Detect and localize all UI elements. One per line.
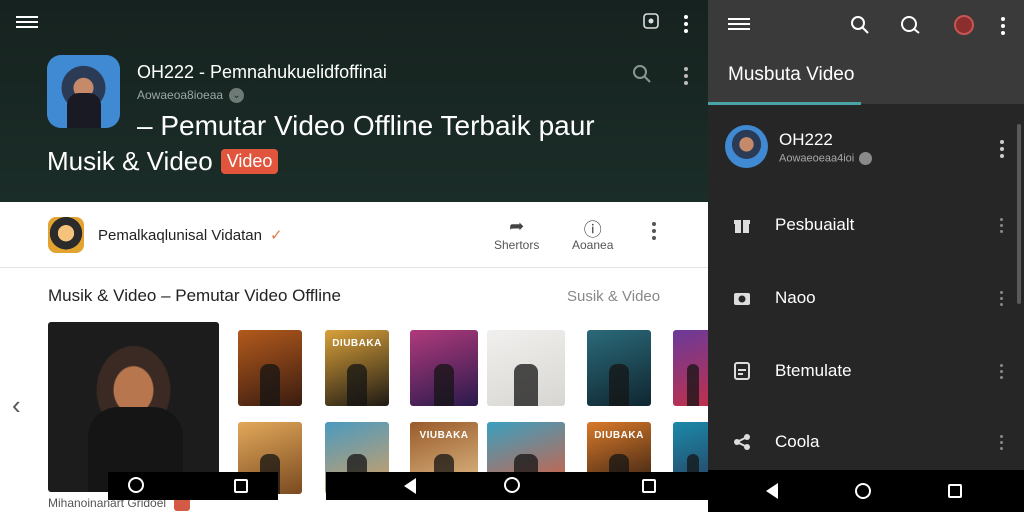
drawer-profile-name[interactable]: OH222: [779, 130, 833, 150]
channel-row-name[interactable]: Pemalkaqlunisal Vidatan ✓: [98, 226, 283, 244]
video-thumbnail[interactable]: [410, 330, 478, 406]
info-button[interactable]: ⓘ Aoanea: [572, 216, 613, 252]
home-nav-icon[interactable]: [128, 477, 144, 493]
drawer-item-3-more-icon[interactable]: [1000, 364, 1004, 382]
channel-row-name-text: Pemalkaqlunisal Vidatan: [98, 227, 262, 244]
share-arrow-icon: ➦: [509, 216, 525, 236]
drawer-item-3[interactable]: Btemulate: [708, 347, 1024, 397]
profile-more-icon[interactable]: [1000, 140, 1004, 161]
channel-hero: OH222 - Pemnahukuelidfoffinai Aowaeoa8io…: [0, 0, 708, 202]
channel-subtitle-text: Aowaeoa8ioeaa: [137, 88, 224, 102]
system-nav-bar: [708, 470, 1024, 512]
drawer-item-2[interactable]: Naoo: [708, 274, 1024, 324]
thumbnail-figure: [609, 364, 629, 406]
system-back-icon[interactable]: [766, 483, 778, 499]
video-badge: Video: [220, 149, 279, 174]
drawer-search-icon[interactable]: [850, 15, 870, 35]
drawer-item-1[interactable]: Pesbuaialt: [708, 201, 1024, 251]
channel-title: OH222 - Pemnahukuelidfoffinai: [137, 62, 387, 82]
nav-bar-overlay-1: [108, 472, 278, 500]
channel-row: Pemalkaqlunisal Vidatan ✓ ➦ Shertors ⓘ Ao…: [0, 202, 708, 268]
thumbnail-title: VIUBAKA: [419, 430, 469, 441]
chat-icon[interactable]: [899, 15, 921, 35]
record-icon[interactable]: [954, 15, 974, 35]
drawer-profile-sub-text: Aowaeoeaa4ioi: [779, 152, 855, 165]
thumbnail-figure: [514, 364, 538, 406]
chevron-down-icon[interactable]: ⌄: [229, 88, 245, 104]
video-app-panel: OH222 - Pemnahukuelidfoffinai Aowaeoa8io…: [0, 0, 708, 512]
channel-subtitle: Aowaeoa8ioeaa ⌄: [137, 88, 245, 104]
system-recents-icon[interactable]: [948, 484, 962, 498]
drawer-item-3-label: Btemulate: [775, 361, 852, 380]
cast-icon[interactable]: [642, 12, 660, 35]
drawer-more-icon[interactable]: [1001, 17, 1005, 38]
verified-check-icon: ✓: [270, 227, 283, 244]
channel-row-more-icon[interactable]: [652, 222, 656, 243]
drawer-scrollbar[interactable]: [1017, 124, 1021, 304]
thumbnail-figure: [687, 364, 699, 406]
share-label: Shertors: [494, 238, 540, 252]
recents-nav-icon[interactable]: [234, 479, 248, 493]
carousel-prev-icon[interactable]: ‹: [12, 390, 21, 421]
drawer-header: Musbuta Video: [708, 0, 1024, 104]
drawer-item-2-more-icon[interactable]: [1000, 291, 1004, 309]
drawer-item-4-label: Coola: [775, 432, 820, 451]
home-nav-icon-2[interactable]: [504, 477, 520, 493]
share-button[interactable]: ➦ Shertors: [494, 216, 539, 252]
system-home-icon[interactable]: [855, 483, 871, 499]
hero-more-icon[interactable]: [684, 67, 688, 88]
thumbnail-figure: [433, 364, 455, 406]
drawer-panel: Musbuta Video OH222 Aowaeoeaa4ioi Pesbua…: [708, 0, 1024, 512]
section-title: Musik & Video – Pemutar Video Offline: [48, 286, 341, 305]
video-thumbnail[interactable]: [238, 330, 302, 406]
more-vert-icon[interactable]: [684, 15, 688, 36]
drawer-item-1-label: Pesbuaialt: [775, 215, 855, 234]
featured-video-thumbnail[interactable]: [48, 322, 219, 492]
drawer-item-1-more-icon[interactable]: [1000, 218, 1004, 236]
hamburger-menu-icon[interactable]: [16, 13, 38, 33]
thumbnail-title: DIUBAKA: [594, 430, 644, 441]
drawer-title: Musbuta Video: [728, 64, 855, 85]
drawer-menu-icon[interactable]: [728, 15, 750, 33]
headline-line-2: Musik & Video Video: [47, 146, 279, 177]
thumbnail-title: DIUBAKA: [332, 338, 382, 349]
nav-bar-overlay-2: [326, 472, 708, 500]
video-thumbnail[interactable]: [673, 330, 708, 406]
section-link[interactable]: Susik & Video: [567, 288, 660, 305]
recents-nav-icon-2[interactable]: [642, 479, 656, 493]
gift-icon: [734, 220, 750, 233]
video-thumbnail[interactable]: [487, 330, 565, 406]
screen: OH222 - Pemnahukuelidfoffinai Aowaeoa8io…: [0, 0, 1024, 512]
share-icon: [734, 434, 750, 450]
channel-row-avatar[interactable]: [48, 217, 84, 253]
thumbnail-figure: [347, 364, 367, 406]
headline-line-1: – Pemutar Video Offline Terbaik paur: [137, 110, 595, 141]
headline-line-2-text: Musik & Video: [47, 146, 213, 176]
video-thumbnail[interactable]: DIUBAKA: [325, 330, 389, 406]
drawer-item-4-more-icon[interactable]: [1000, 435, 1004, 453]
thumbnail-figure: [260, 364, 280, 406]
document-icon: [734, 362, 750, 380]
info-label: Aoanea: [572, 238, 614, 252]
back-nav-icon[interactable]: [404, 478, 416, 494]
drawer-profile-avatar[interactable]: [725, 125, 768, 168]
tab-indicator: [708, 102, 861, 105]
video-thumbnail[interactable]: [587, 330, 651, 406]
info-icon: ⓘ: [583, 220, 602, 240]
drawer-item-2-label: Naoo: [775, 288, 816, 307]
search-icon[interactable]: [632, 64, 652, 84]
drawer-item-4[interactable]: Coola: [708, 418, 1024, 468]
channel-avatar[interactable]: [47, 55, 120, 128]
profile-chevron-icon[interactable]: [859, 152, 873, 165]
drawer-profile-sub: Aowaeoeaa4ioi: [779, 152, 873, 165]
camera-icon: [734, 293, 750, 305]
